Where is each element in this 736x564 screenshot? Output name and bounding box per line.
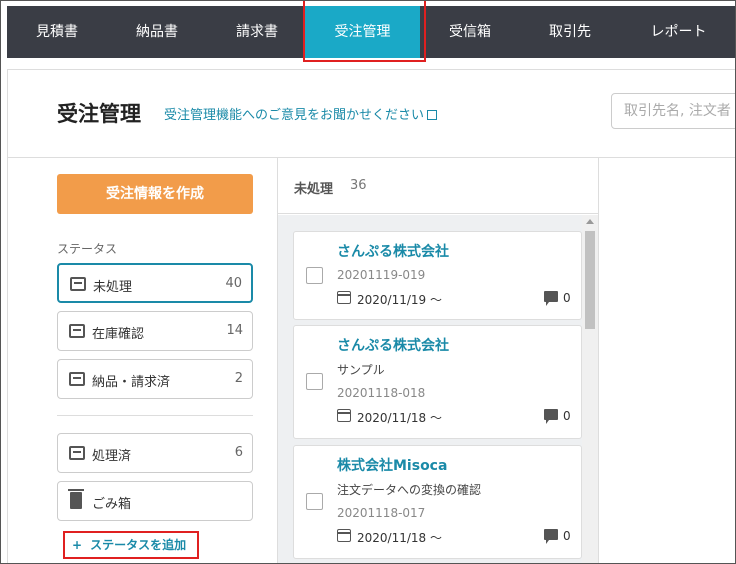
status-item-delivered-invoiced[interactable]: 納品・請求済 2 [57, 359, 253, 399]
status-count: 6 [234, 445, 243, 460]
status-label: 在庫確認 [92, 327, 145, 342]
card-checkbox[interactable] [306, 373, 323, 390]
nav-item-quotes[interactable]: 見積書 [7, 6, 107, 58]
comment-icon [544, 529, 558, 544]
status-label: 処理済 [92, 449, 132, 464]
status-item-unprocessed[interactable]: 未処理 40 [57, 263, 253, 303]
calendar-icon [337, 409, 351, 422]
column-count: 36 [350, 178, 367, 193]
page-header: 受注管理 受注管理機能へのご意見をお聞かせください [8, 70, 735, 158]
status-label: 納品・請求済 [92, 375, 171, 390]
inbox-icon [69, 446, 85, 460]
status-divider [57, 415, 253, 416]
inbox-icon [69, 372, 85, 386]
nav-item-reports[interactable]: レポート [620, 6, 735, 58]
card-order-id: 20201118-017 [337, 506, 426, 520]
comment-icon [544, 291, 558, 306]
column-title: 未処理 [294, 182, 334, 197]
order-card[interactable]: さんぷる株式会社 サンプル 20201118-018 2020/11/18 〜 … [293, 325, 582, 439]
card-subject: 注文データへの変換の確認 [337, 483, 482, 497]
status-item-trash[interactable]: ごみ箱 [57, 481, 253, 521]
feedback-link-label[interactable]: 受注管理機能へのご意見をお聞かせください [164, 108, 424, 123]
status-item-processed[interactable]: 処理済 6 [57, 433, 253, 473]
page-title: 受注管理 [57, 102, 141, 126]
card-date: 2020/11/19 〜 [357, 293, 442, 307]
add-status-label: ステータスを追加 [90, 538, 187, 552]
status-item-stock-check[interactable]: 在庫確認 14 [57, 311, 253, 351]
active-tab-highlight [303, 1, 426, 62]
card-comment-count: 0 [563, 529, 571, 543]
card-order-id: 20201118-018 [337, 386, 426, 400]
nav-item-inbox[interactable]: 受信箱 [420, 6, 520, 58]
calendar-icon [337, 529, 351, 542]
status-label: ごみ箱 [92, 497, 132, 512]
comment-icon [544, 409, 558, 424]
card-company[interactable]: さんぷる株式会社 [337, 335, 449, 355]
card-comment-count: 0 [563, 291, 571, 305]
status-count: 14 [226, 323, 243, 338]
card-comment-count: 0 [563, 409, 571, 423]
card-company[interactable]: さんぷる株式会社 [337, 241, 449, 261]
plus-icon: + [72, 538, 83, 552]
column-header: 未処理 36 [278, 158, 598, 214]
feedback-link[interactable]: 受注管理機能へのご意見をお聞かせください [164, 104, 438, 123]
order-card[interactable]: 株式会社Misoca 注文データへの変換の確認 20201118-017 202… [293, 445, 582, 559]
scroll-up-arrow-icon[interactable] [586, 219, 594, 224]
card-checkbox[interactable] [306, 493, 323, 510]
app-window: 見積書 納品書 請求書 受注管理 受信箱 取引先 レポート 受注管理 受注管理機… [0, 0, 736, 564]
card-date: 2020/11/18 〜 [357, 411, 442, 425]
status-label: 未処理 [93, 280, 133, 295]
trash-icon [68, 489, 84, 509]
search-input[interactable] [611, 93, 735, 129]
create-order-button[interactable]: 受注情報を作成 [57, 174, 253, 214]
card-date: 2020/11/18 〜 [357, 531, 442, 545]
column-scrollbar[interactable] [582, 215, 598, 563]
card-order-id: 20201119-019 [337, 268, 426, 282]
inbox-icon [70, 277, 86, 291]
nav-item-delivery[interactable]: 納品書 [107, 6, 207, 58]
order-card[interactable]: さんぷる株式会社 20201119-019 2020/11/19 〜 0 [293, 231, 582, 320]
inbox-icon [69, 324, 85, 338]
column-divider-right [598, 158, 599, 563]
main-panel: 受注管理 受注管理機能へのご意見をお聞かせください 受注情報を作成 ステータス … [7, 69, 735, 563]
scroll-thumb[interactable] [585, 231, 595, 329]
nav-item-invoices[interactable]: 請求書 [207, 6, 307, 58]
status-heading: ステータス [57, 242, 118, 256]
column-body: さんぷる株式会社 20201119-019 2020/11/19 〜 0 さんぷ… [278, 215, 598, 563]
card-company[interactable]: 株式会社Misoca [337, 455, 447, 475]
external-link-icon [427, 110, 438, 120]
card-checkbox[interactable] [306, 267, 323, 284]
calendar-icon [337, 291, 351, 304]
add-status-button[interactable]: + ステータスを追加 [63, 531, 199, 559]
status-count: 40 [225, 276, 242, 291]
card-subject: サンプル [337, 363, 385, 377]
status-count: 2 [234, 371, 243, 386]
nav-item-clients[interactable]: 取引先 [520, 6, 620, 58]
